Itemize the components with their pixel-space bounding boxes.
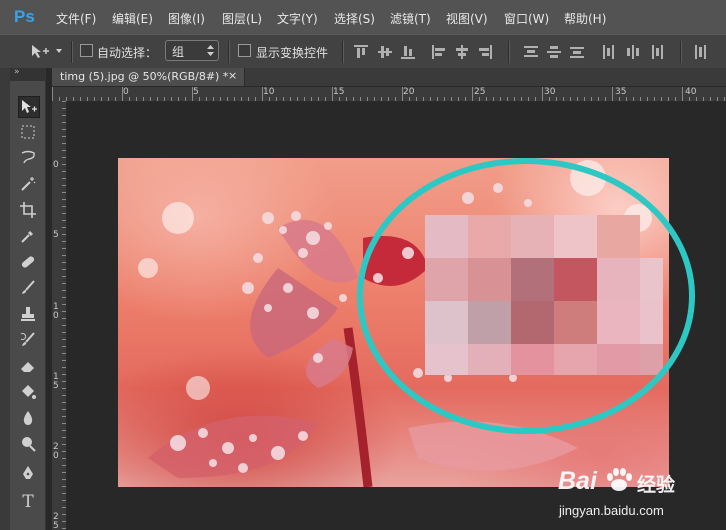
- menu-filter[interactable]: 滤镜(T): [390, 10, 431, 27]
- distribute-top-icon[interactable]: [524, 45, 538, 59]
- ruler-label: 1 0: [53, 302, 59, 321]
- align-hcenter-icon[interactable]: [455, 45, 469, 59]
- menu-edit[interactable]: 编辑(E): [112, 10, 153, 27]
- dodge-tool[interactable]: [18, 434, 38, 454]
- menu-select[interactable]: 选择(S): [334, 10, 375, 27]
- ruler-label: 2 5: [53, 512, 59, 530]
- move-tool[interactable]: [18, 96, 40, 118]
- move-tool-preset-icon[interactable]: [30, 43, 64, 62]
- crop-tool[interactable]: [18, 200, 38, 220]
- ruler-label: 15: [333, 87, 345, 97]
- ruler-label: 20: [403, 87, 415, 97]
- distribute-hcenter-icon[interactable]: [626, 45, 640, 59]
- tools-panel-header[interactable]: »: [10, 67, 45, 81]
- blur-tool[interactable]: [18, 408, 38, 428]
- ruler-label: 25: [474, 87, 486, 97]
- ruler-label: 35: [615, 87, 627, 97]
- auto-select-checkbox[interactable]: [80, 44, 93, 57]
- ruler-label: 40: [685, 87, 697, 97]
- paint-bucket-tool[interactable]: [18, 382, 38, 402]
- lasso-tool[interactable]: [18, 148, 38, 168]
- align-right-icon[interactable]: [478, 45, 492, 59]
- close-icon[interactable]: ×: [228, 69, 237, 82]
- menu-image[interactable]: 图像(I): [168, 10, 205, 27]
- eyedropper-tool[interactable]: [18, 226, 38, 246]
- align-bottom-icon[interactable]: [401, 45, 415, 59]
- menu-layer[interactable]: 图层(L): [222, 10, 262, 27]
- history-brush-tool[interactable]: [18, 330, 38, 350]
- baidu-jingyan-watermark: Bai 经验 jingyan.baidu.com: [555, 462, 725, 528]
- photoshop-logo: Ps: [14, 7, 35, 26]
- ruler-vertical: 0 5 1 0 1 5 2 0 2 5: [52, 101, 67, 530]
- tools-panel: » T: [10, 67, 46, 530]
- ruler-label: 0: [53, 160, 59, 170]
- align-top-icon[interactable]: [354, 45, 368, 59]
- menu-bar: Ps 文件(F) 编辑(E) 图像(I) 图层(L) 文字(Y) 选择(S) 滤…: [0, 0, 726, 34]
- menu-window[interactable]: 窗口(W): [504, 10, 549, 27]
- auto-select-value: 组: [172, 45, 185, 59]
- options-bar: 自动选择： 显示变换控件: [0, 34, 726, 69]
- ruler-label: 5: [193, 87, 199, 97]
- distribute-bottom-icon[interactable]: [570, 45, 584, 59]
- ruler-label: 2 0: [53, 442, 59, 461]
- clone-stamp-tool[interactable]: [18, 304, 38, 324]
- brush-tool[interactable]: [18, 278, 38, 298]
- magic-wand-tool[interactable]: [18, 174, 38, 194]
- align-vcenter-icon[interactable]: [378, 45, 392, 59]
- auto-select-dropdown[interactable]: 组: [165, 40, 219, 61]
- show-transform-checkbox[interactable]: [238, 44, 251, 57]
- distribute-left-icon[interactable]: [602, 45, 616, 59]
- menu-type[interactable]: 文字(Y): [277, 10, 318, 27]
- pen-tool[interactable]: [18, 464, 38, 484]
- distribute-right-icon[interactable]: [650, 45, 664, 59]
- ruler-label: 5: [53, 230, 59, 240]
- ruler-label: 1 5: [53, 372, 59, 391]
- watermark-brand-suffix: 经验: [637, 474, 676, 496]
- menu-file[interactable]: 文件(F): [56, 10, 96, 27]
- paw-icon: [607, 468, 632, 491]
- auto-select-label: 自动选择：: [97, 46, 158, 60]
- watermark-brand: Bai: [558, 467, 597, 495]
- show-transform-label: 显示变换控件: [256, 46, 329, 60]
- menu-view[interactable]: 视图(V): [446, 10, 488, 27]
- distribute-vcenter-icon[interactable]: [547, 45, 561, 59]
- marquee-tool[interactable]: [18, 122, 38, 142]
- ruler-label: 30: [544, 87, 556, 97]
- collapse-icon[interactable]: »: [14, 67, 20, 77]
- menu-help[interactable]: 帮助(H): [564, 10, 606, 27]
- mosaic-region: [425, 215, 663, 375]
- document-tab-title: timg (5).jpg @ 50%(RGB/8#) *: [60, 70, 229, 83]
- eraser-tool[interactable]: [18, 356, 38, 376]
- watermark-url: jingyan.baidu.com: [559, 503, 664, 518]
- align-left-icon[interactable]: [432, 45, 446, 59]
- auto-align-icon[interactable]: [694, 45, 708, 59]
- document-tab[interactable]: timg (5).jpg @ 50%(RGB/8#) * ×: [52, 68, 245, 86]
- ruler-label: 10: [263, 87, 275, 97]
- document-image[interactable]: [118, 158, 669, 487]
- healing-brush-tool[interactable]: [18, 252, 38, 272]
- left-panel-strip: [0, 68, 10, 530]
- ruler-label: 0: [123, 87, 129, 97]
- type-tool[interactable]: T: [18, 492, 38, 512]
- ruler-horizontal: 0 5 10 15 20 25 30 35 40: [52, 87, 726, 102]
- dropdown-arrows-icon: [207, 45, 214, 56]
